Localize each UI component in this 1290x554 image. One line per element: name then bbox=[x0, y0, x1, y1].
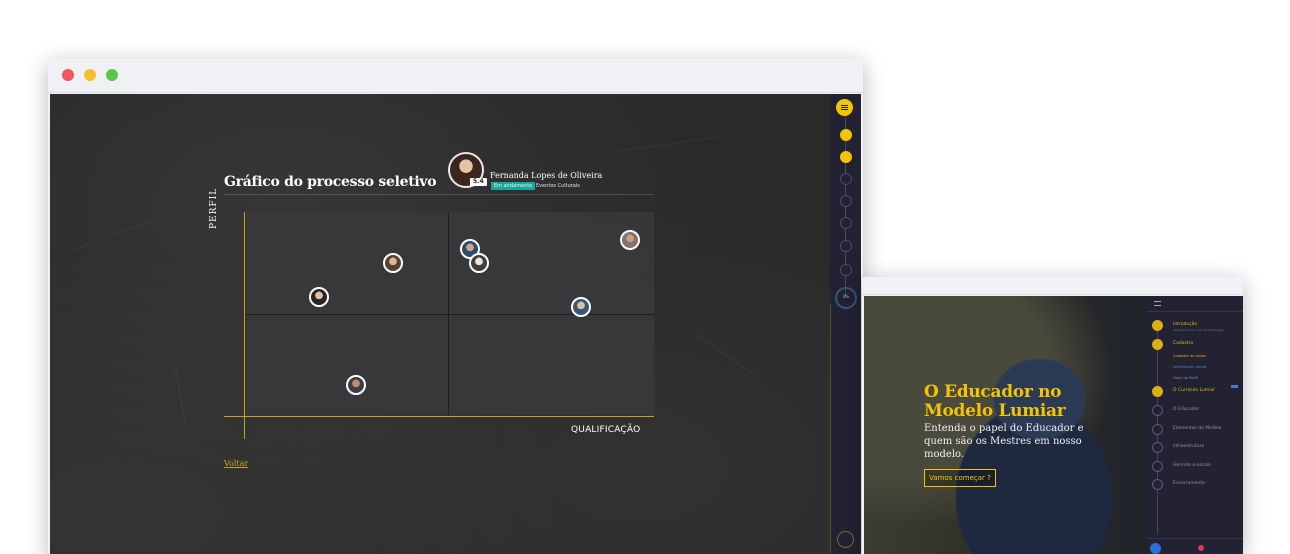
nav-item-educador[interactable]: O Educador bbox=[1151, 405, 1241, 417]
status-badge: Em andamento bbox=[491, 182, 536, 190]
window-titlebar bbox=[862, 277, 1243, 295]
page-title: Gráfico do processo seletivo bbox=[224, 174, 437, 190]
browser-window-main: Gráfico do processo seletivo 5.4 Fernand… bbox=[48, 59, 863, 554]
menu-icon-bar bbox=[841, 105, 848, 106]
progress-percent: 0% bbox=[842, 294, 850, 299]
candidate-point-avatar[interactable] bbox=[570, 297, 591, 318]
user-icon[interactable] bbox=[1150, 543, 1161, 554]
hero-section: O Educador no Modelo Lumiar Entenda o pa… bbox=[864, 296, 1147, 554]
chalk-scratch bbox=[174, 364, 186, 425]
x-axis-line bbox=[224, 416, 654, 417]
browser-window-secondary: O Educador no Modelo Lumiar Entenda o pa… bbox=[862, 277, 1243, 554]
nav-item-label: Introdução bbox=[1173, 322, 1198, 327]
nav-item-label: Encerramento bbox=[1173, 481, 1205, 486]
minimize-window-button[interactable] bbox=[84, 69, 96, 81]
window-titlebar bbox=[48, 59, 863, 93]
hero-title: O Educador no Modelo Lumiar bbox=[924, 382, 1066, 421]
progress-step-3[interactable] bbox=[840, 173, 852, 185]
intro-icon bbox=[1152, 320, 1163, 331]
chalkboard-background: Gráfico do processo seletivo 5.4 Fernand… bbox=[50, 94, 831, 554]
y-axis-line bbox=[244, 212, 245, 439]
rail-gold-line bbox=[830, 304, 831, 554]
menu-icon-bar bbox=[841, 107, 848, 108]
back-link[interactable]: Voltar bbox=[224, 459, 248, 468]
menu-icon-bar bbox=[841, 109, 848, 110]
progress-ring: 0% bbox=[835, 287, 857, 309]
progress-step-7[interactable] bbox=[840, 264, 852, 276]
nav-item-label: Cadastro bbox=[1173, 341, 1194, 346]
candidate-point-avatar[interactable] bbox=[619, 230, 640, 251]
nav-item-label: Infraestrutura bbox=[1173, 444, 1205, 449]
nav-item-gerindo[interactable]: Gerindo a escola bbox=[1151, 461, 1241, 473]
lumiar-logo-icon bbox=[837, 531, 854, 548]
nav-topbar bbox=[1147, 296, 1243, 312]
score-badge: 5.4 bbox=[470, 178, 487, 186]
progress-step-4[interactable] bbox=[840, 195, 852, 207]
candidate-name: Fernanda Lopes de Oliveira bbox=[490, 171, 603, 180]
screenshot-stage: Gráfico do processo seletivo 5.4 Fernand… bbox=[0, 0, 1290, 554]
progress-sidebar: 0% bbox=[830, 94, 861, 554]
nav-item-sublabel: Objetivo Geral e de aprendizagem bbox=[1173, 328, 1225, 332]
progress-step-2[interactable] bbox=[840, 151, 852, 163]
nav-item-infraestrutura[interactable]: Infraestrutura bbox=[1151, 442, 1241, 454]
y-axis-label: PERFIL bbox=[209, 187, 219, 229]
nav-item-label: O Currículo Lumiar bbox=[1173, 388, 1216, 393]
nav-subitem-cadastro-dados[interactable]: Cadastro de dados bbox=[1173, 354, 1206, 358]
elements-icon bbox=[1152, 424, 1163, 435]
candidate-point-avatar[interactable] bbox=[346, 374, 367, 395]
infrastructure-icon bbox=[1152, 442, 1163, 453]
nav-footer bbox=[1147, 538, 1243, 554]
management-icon bbox=[1152, 461, 1163, 472]
nav-item-curriculo[interactable]: O Currículo Lumiar bbox=[1151, 386, 1241, 398]
progress-step-6[interactable] bbox=[840, 240, 852, 252]
menu-icon[interactable] bbox=[1154, 301, 1161, 306]
quadrant-divider-horizontal bbox=[246, 314, 654, 315]
closing-icon bbox=[1152, 479, 1163, 490]
hero-subtitle: Entenda o papel do Educador e quem são o… bbox=[924, 423, 1084, 460]
close-window-button[interactable] bbox=[62, 69, 74, 81]
x-axis-label: QUALIFICAÇÃO bbox=[571, 425, 641, 435]
nav-item-label: Gerindo a escola bbox=[1173, 463, 1211, 468]
nav-item-introducao[interactable]: Introdução Objetivo Geral e de aprendiza… bbox=[1151, 320, 1241, 332]
course-nav-sidebar: Introdução Objetivo Geral e de aprendiza… bbox=[1147, 296, 1243, 554]
maximize-window-button[interactable] bbox=[106, 69, 118, 81]
notification-icon[interactable] bbox=[1198, 545, 1204, 551]
nav-item-label: Elementos do Modelo bbox=[1173, 426, 1222, 431]
progress-step-1[interactable] bbox=[840, 129, 852, 141]
title-divider bbox=[224, 194, 654, 195]
menu-button[interactable] bbox=[836, 99, 853, 116]
register-icon bbox=[1152, 339, 1163, 350]
nav-item-cadastro[interactable]: Cadastro bbox=[1151, 339, 1241, 351]
chalk-scratch bbox=[72, 218, 158, 251]
nav-item-elementos[interactable]: Elementos do Modelo bbox=[1151, 424, 1241, 436]
nav-item-encerramento[interactable]: Encerramento bbox=[1151, 479, 1241, 491]
candidate-area: Eventos Culturais bbox=[536, 183, 580, 189]
nav-item-label: O Educador bbox=[1173, 407, 1200, 412]
educator-icon bbox=[1152, 405, 1163, 416]
chalk-scratch bbox=[696, 334, 754, 375]
start-button[interactable]: Vamos começar ? bbox=[924, 469, 996, 487]
candidate-point-avatar[interactable] bbox=[468, 252, 489, 273]
nav-subitem-fotos[interactable]: Fotos de Perfil bbox=[1173, 376, 1198, 380]
chalk-scratch bbox=[610, 136, 720, 153]
candidate-point-avatar[interactable] bbox=[382, 252, 403, 273]
progress-step-5[interactable] bbox=[840, 217, 852, 229]
nav-subitem-informacoes[interactable]: Informações gerais bbox=[1173, 365, 1206, 369]
curriculum-icon bbox=[1152, 386, 1163, 397]
